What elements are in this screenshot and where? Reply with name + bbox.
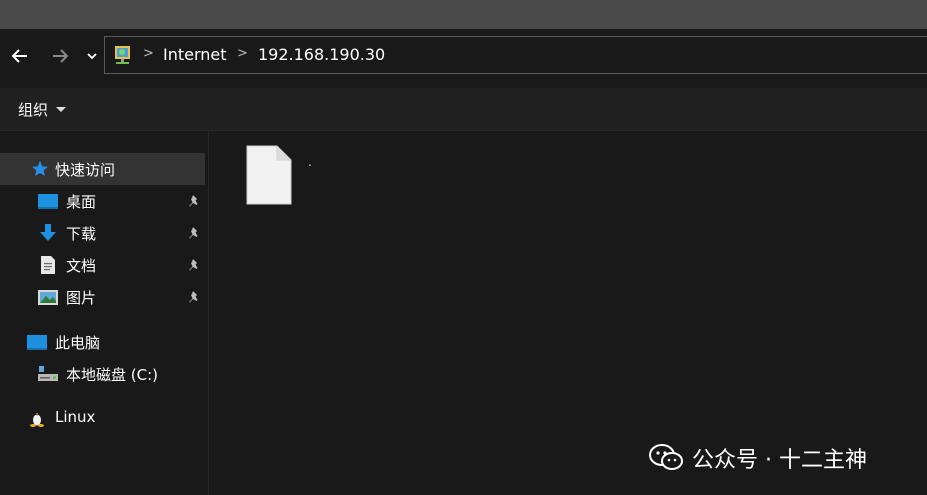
sidebar-item-desktop[interactable]: 桌面 bbox=[0, 185, 205, 217]
breadcrumb-internet[interactable]: Internet bbox=[163, 45, 227, 64]
pin-icon[interactable] bbox=[188, 226, 202, 240]
sidebar-item-label: 图片 bbox=[66, 288, 97, 307]
sidebar-item-downloads[interactable]: 下载 bbox=[0, 217, 205, 249]
sidebar-item-label: 快速访问 bbox=[55, 160, 116, 179]
drive-icon bbox=[38, 366, 58, 381]
computer-icon bbox=[27, 335, 47, 350]
sidebar-item-pictures[interactable]: 图片 bbox=[0, 281, 205, 313]
sidebar-item-label: 下载 bbox=[66, 224, 97, 243]
file-name-label[interactable]: . bbox=[308, 155, 312, 169]
pictures-icon bbox=[38, 290, 58, 305]
network-location-icon bbox=[115, 46, 130, 64]
window-title-bar[interactable] bbox=[0, 0, 927, 29]
arrow-right-icon bbox=[53, 49, 69, 63]
sidebar-item-documents[interactable]: 文档 bbox=[0, 249, 205, 281]
arrow-left-icon bbox=[11, 49, 27, 63]
chevron-down-icon bbox=[87, 53, 97, 60]
navigation-pane: 快速访问 桌面 下载 文档 图片 此电脑 本地磁盘 (C:) Linux bbox=[0, 131, 208, 495]
caret-down-icon bbox=[56, 106, 67, 112]
organize-label: 组织 bbox=[18, 100, 49, 119]
back-button[interactable] bbox=[7, 43, 33, 69]
sidebar-item-label: 此电脑 bbox=[55, 333, 101, 352]
linux-penguin-icon bbox=[30, 408, 44, 427]
download-icon bbox=[40, 224, 56, 241]
sidebar-item-this-pc[interactable]: 此电脑 bbox=[0, 326, 205, 358]
breadcrumb-ip-address[interactable]: 192.168.190.30 bbox=[258, 45, 385, 64]
breadcrumb-separator-icon[interactable]: > bbox=[237, 46, 248, 61]
sidebar-item-linux[interactable]: Linux bbox=[0, 401, 205, 433]
sidebar-item-label: 桌面 bbox=[66, 192, 97, 211]
command-bar: 组织 bbox=[0, 88, 927, 131]
forward-button[interactable] bbox=[47, 43, 73, 69]
blank-file-icon[interactable] bbox=[245, 144, 293, 206]
pin-icon[interactable] bbox=[188, 194, 202, 208]
sidebar-item-label: Linux bbox=[55, 408, 96, 426]
organize-button[interactable]: 组织 bbox=[18, 97, 67, 121]
sidebar-item-label: 文档 bbox=[66, 256, 97, 275]
pin-icon[interactable] bbox=[188, 258, 202, 272]
recent-locations-button[interactable] bbox=[82, 43, 102, 69]
sidebar-item-quick-access[interactable]: 快速访问 bbox=[0, 153, 205, 185]
document-icon bbox=[41, 256, 55, 274]
sidebar-item-label: 本地磁盘 (C:) bbox=[66, 365, 158, 384]
star-icon bbox=[32, 161, 48, 176]
address-bar[interactable]: > Internet > 192.168.190.30 bbox=[104, 36, 927, 74]
watermark: 公众号 · 十二主神 bbox=[648, 440, 867, 476]
wechat-icon bbox=[649, 444, 683, 470]
sidebar-item-local-disk[interactable]: 本地磁盘 (C:) bbox=[0, 358, 205, 390]
watermark-text: 公众号 · 十二主神 bbox=[692, 448, 867, 473]
pin-icon[interactable] bbox=[188, 290, 202, 304]
desktop-icon bbox=[38, 194, 58, 209]
breadcrumb-separator-icon[interactable]: > bbox=[143, 46, 154, 61]
